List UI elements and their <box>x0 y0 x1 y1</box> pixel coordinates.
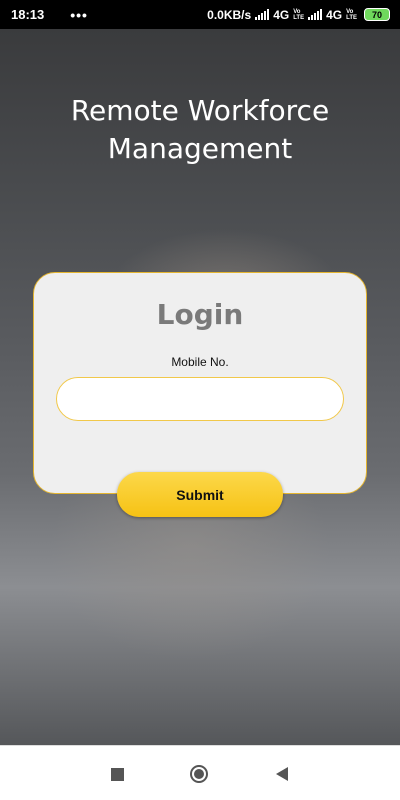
status-time: 18:13 <box>11 7 45 22</box>
navigation-bar <box>0 745 400 800</box>
network-speed: 0.0KB/s <box>207 7 252 22</box>
volte-sim1-bottom: LTE <box>293 14 305 21</box>
battery-icon: 70 <box>364 8 390 21</box>
status-bar: 18:13 ••• 0.0KB/s 4G Vo LTE 4G Vo LTE 70 <box>0 0 400 29</box>
signal-sim2-icon <box>308 9 323 20</box>
volte-sim2-bottom: LTE <box>346 14 357 21</box>
app-title: Remote Workforce Management <box>0 92 400 168</box>
home-circle-icon[interactable] <box>189 764 209 784</box>
volte-sim1-icon: Vo LTE <box>293 9 304 21</box>
status-right: 0.0KB/s 4G Vo LTE 4G Vo LTE 70 <box>207 8 390 22</box>
login-card: Login Mobile No. <box>33 272 367 494</box>
login-heading: Login <box>156 298 244 331</box>
mobile-label: Mobile No. <box>171 355 229 369</box>
back-triangle-icon[interactable] <box>272 764 292 784</box>
volte-sim2-icon: Vo LTE <box>346 9 357 21</box>
submit-button[interactable]: Submit <box>117 472 283 517</box>
notification-dots-icon: ••• <box>70 6 88 23</box>
signal-sim1-icon <box>255 9 270 20</box>
sim2-network-type: 4G <box>326 7 343 22</box>
recents-square-icon[interactable] <box>107 764 127 784</box>
status-left: 18:13 ••• <box>11 7 88 23</box>
sim1-network-type: 4G <box>273 7 290 22</box>
app-title-line2: Management <box>107 132 293 165</box>
app-title-line1: Remote Workforce <box>70 94 330 127</box>
mobile-input[interactable] <box>56 377 344 421</box>
